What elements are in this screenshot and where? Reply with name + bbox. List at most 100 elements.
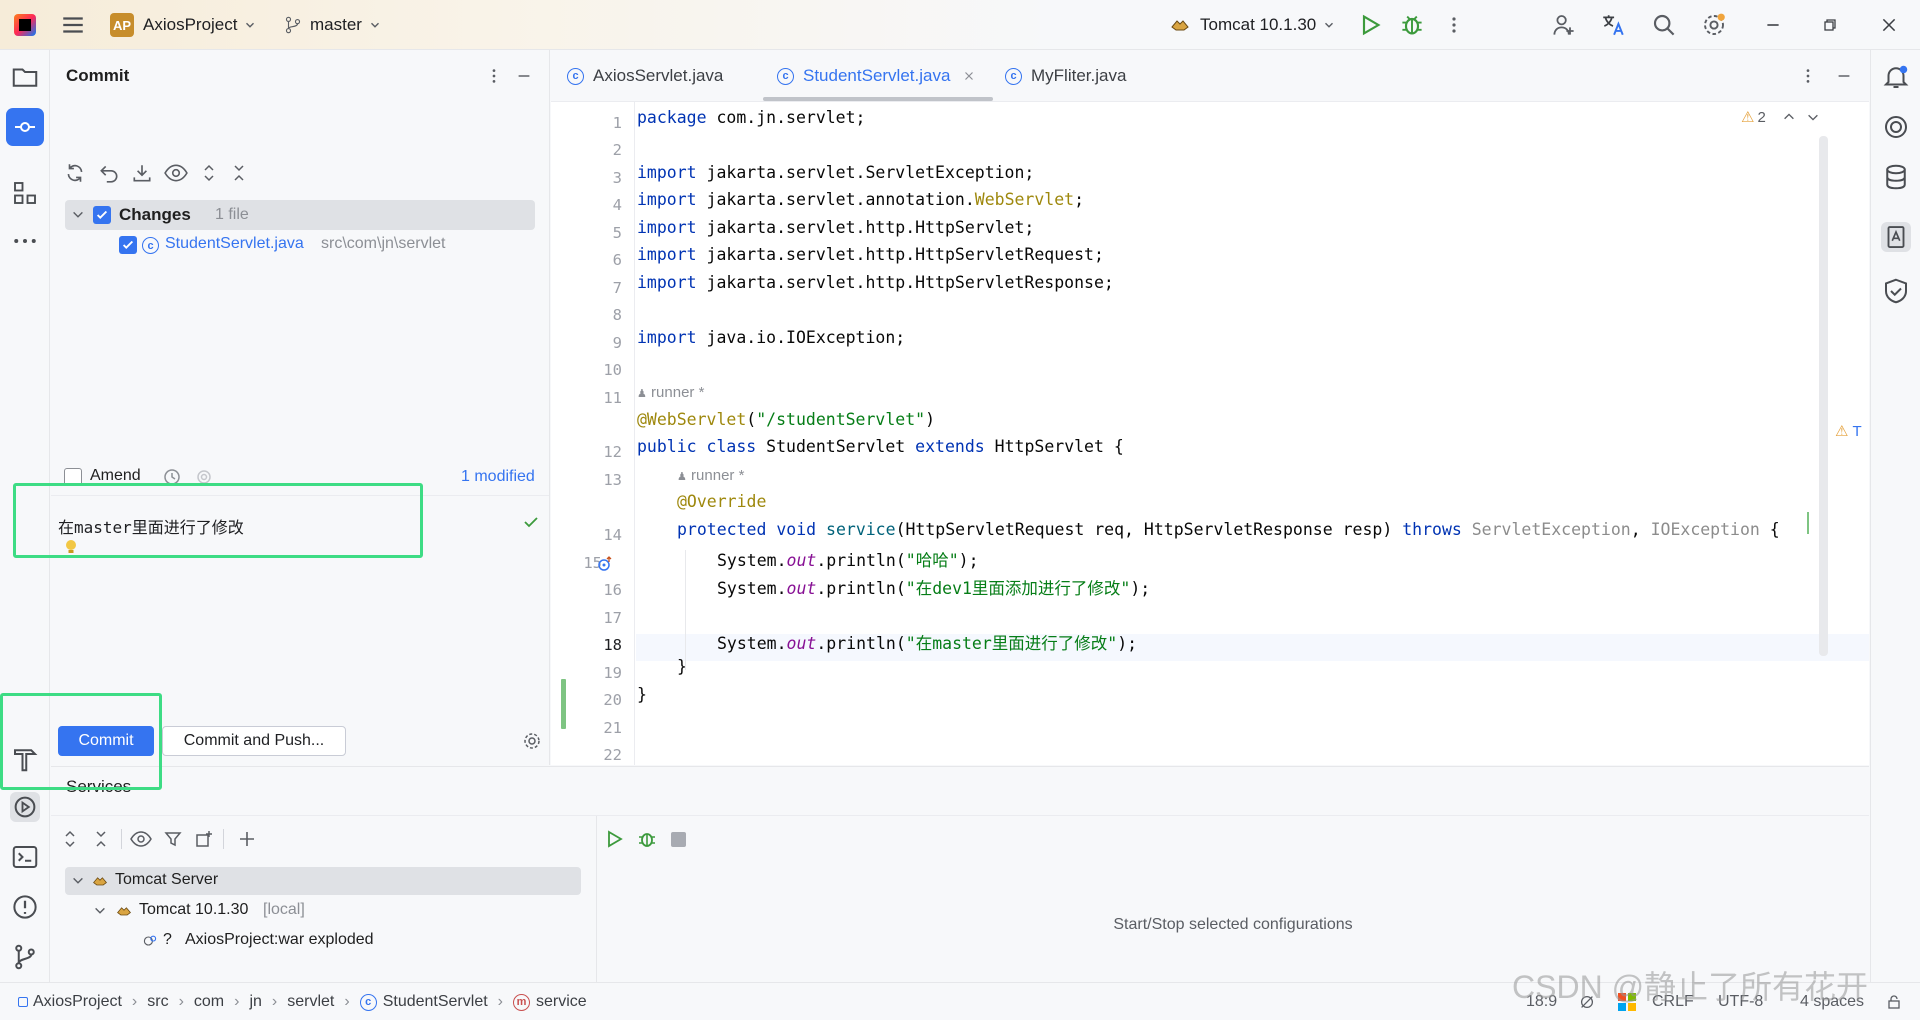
commit-tool-icon[interactable] (6, 108, 44, 146)
translation-panel-icon[interactable] (1881, 222, 1911, 252)
code-line[interactable]: System.out.println("在dev1里面添加进行了修改"); (717, 575, 1150, 599)
filter-icon[interactable] (163, 829, 183, 849)
override-method-icon[interactable] (595, 554, 615, 574)
breadcrumb-item[interactable]: jn (249, 993, 261, 1011)
tab-student-servlet[interactable]: c StudentServlet.java (763, 50, 993, 102)
run-config-selector[interactable]: Tomcat 10.1.30 (1170, 0, 1336, 50)
breadcrumb-item[interactable]: src (147, 993, 168, 1011)
rollback-icon[interactable] (98, 162, 120, 184)
code-line[interactable]: import jakarta.servlet.ServletException; (637, 163, 1034, 182)
lock-icon[interactable] (1886, 983, 1902, 1020)
run-icon[interactable] (604, 829, 624, 849)
code-line[interactable]: } (637, 685, 647, 704)
code-line[interactable]: System.out.println("哈哈"); (717, 547, 979, 571)
view-options-eye-icon[interactable] (129, 829, 153, 849)
hide-icon[interactable] (1835, 66, 1853, 86)
settings-gear-icon[interactable] (1702, 0, 1726, 50)
code-line[interactable]: import jakarta.servlet.http.HttpServlet; (637, 218, 1034, 237)
collapse-all-icon[interactable] (91, 829, 111, 849)
collapse-all-icon[interactable] (229, 162, 249, 184)
translate-icon[interactable] (1600, 0, 1626, 50)
stop-icon[interactable] (671, 832, 686, 847)
more-vertical-icon[interactable] (485, 66, 503, 86)
tree-row-tomcat-server[interactable]: Tomcat Server (65, 867, 581, 895)
editor-scrollbar[interactable] (1819, 136, 1828, 656)
code-line[interactable]: @Override (677, 492, 766, 511)
project-folder-icon[interactable] (10, 62, 40, 92)
structure-icon[interactable] (10, 178, 40, 208)
commit-and-push-button[interactable]: Commit and Push... (162, 726, 346, 756)
code-line[interactable]: import jakarta.servlet.annotation.WebSer… (637, 190, 1084, 209)
problems-icon[interactable] (10, 892, 40, 922)
code-line[interactable]: System.out.println("在master里面进行了修改"); (717, 630, 1137, 654)
file-checkbox[interactable] (119, 236, 137, 254)
services-tool-icon[interactable] (10, 792, 40, 822)
tree-row-artifact[interactable]: ? AxiosProject:war exploded (65, 927, 581, 955)
search-icon[interactable] (1652, 0, 1676, 50)
notifications-bell-icon[interactable] (1881, 62, 1911, 92)
view-options-eye-icon[interactable] (164, 162, 188, 184)
close-window-icon[interactable] (1880, 0, 1898, 50)
git-icon[interactable] (10, 942, 40, 972)
expand-all-icon[interactable] (199, 162, 219, 184)
add-user-icon[interactable] (1552, 0, 1576, 50)
project-selector[interactable]: AP AxiosProject (110, 0, 257, 50)
code-line[interactable]: import jakarta.servlet.http.HttpServletR… (637, 245, 1104, 264)
close-tab-icon[interactable] (962, 69, 976, 83)
tab-my-fliter[interactable]: c MyFliter.java (1005, 50, 1126, 102)
chevron-up-icon[interactable] (1782, 110, 1796, 124)
code-line[interactable]: import java.io.IOException; (637, 328, 905, 347)
changed-file-row[interactable]: c StudentServlet.java src\com\jn\servlet (65, 231, 535, 259)
chevron-down-icon[interactable] (93, 904, 107, 918)
hide-panel-icon[interactable] (515, 66, 533, 86)
ai-assistant-icon[interactable] (1881, 112, 1911, 142)
breadcrumb-item[interactable]: service (536, 993, 587, 1011)
code-line[interactable]: package com.jn.servlet; (637, 108, 866, 127)
shelve-download-icon[interactable] (131, 162, 153, 184)
chevron-down-icon[interactable] (71, 208, 85, 222)
run-icon[interactable] (1358, 0, 1382, 50)
modified-count-link[interactable]: 1 modified (461, 468, 535, 486)
problem-marker[interactable]: ⚠ T (1835, 422, 1862, 441)
main-menu-icon[interactable] (60, 0, 86, 50)
database-icon[interactable] (1881, 162, 1911, 192)
more-vertical-icon[interactable] (1444, 0, 1464, 50)
changes-group-row[interactable]: Changes 1 file (65, 200, 535, 230)
add-service-icon[interactable] (237, 829, 257, 849)
code-line[interactable]: protected void service(HttpServletReques… (677, 520, 1780, 539)
code-line[interactable]: import jakarta.servlet.http.HttpServletR… (637, 273, 1114, 292)
user-icon: ♟ (677, 471, 687, 483)
chevron-down-icon[interactable] (71, 874, 85, 888)
changes-checkbox[interactable] (93, 206, 111, 224)
security-shield-icon[interactable] (1881, 276, 1911, 306)
code-line[interactable]: @WebServlet("/studentServlet") (637, 410, 935, 429)
debug-icon[interactable] (1400, 0, 1424, 50)
minimize-icon[interactable] (1764, 0, 1782, 50)
more-vertical-icon[interactable] (1799, 66, 1817, 86)
refresh-icon[interactable] (64, 162, 86, 184)
tab-axios-servlet[interactable]: c AxiosServlet.java (567, 50, 723, 102)
tree-row-tomcat-local[interactable]: Tomcat 10.1.30 [local] (65, 897, 581, 925)
java-class-icon: c (777, 67, 794, 85)
debug-icon[interactable] (637, 829, 657, 849)
line-number: 16 (603, 581, 622, 599)
inspection-widget[interactable]: ⚠ 2 (1741, 108, 1820, 126)
line-number: 20 (603, 691, 622, 709)
breadcrumb-item[interactable]: StudentServlet (383, 993, 488, 1011)
more-horizontal-icon[interactable] (10, 226, 40, 256)
code-author-hint[interactable]: ♟ runner * (637, 384, 704, 401)
commit-options-gear-icon[interactable] (522, 731, 542, 751)
terminal-icon[interactable] (10, 842, 40, 872)
chevron-down-icon[interactable] (1806, 110, 1820, 124)
code-line[interactable]: public class StudentServlet extends Http… (637, 437, 1124, 456)
intellij-logo-icon[interactable] (14, 0, 36, 50)
expand-all-icon[interactable] (60, 829, 80, 849)
branch-selector[interactable]: master (284, 0, 382, 50)
code-author-hint[interactable]: ♟ runner * (677, 467, 744, 484)
breadcrumb-item[interactable]: servlet (287, 993, 334, 1011)
restore-icon[interactable] (1822, 0, 1838, 50)
new-tab-icon[interactable] (194, 829, 214, 849)
breadcrumb-item[interactable]: AxiosProject (33, 993, 122, 1011)
breadcrumb-item[interactable]: com (194, 993, 224, 1011)
vcs-change-marker[interactable] (561, 679, 566, 729)
